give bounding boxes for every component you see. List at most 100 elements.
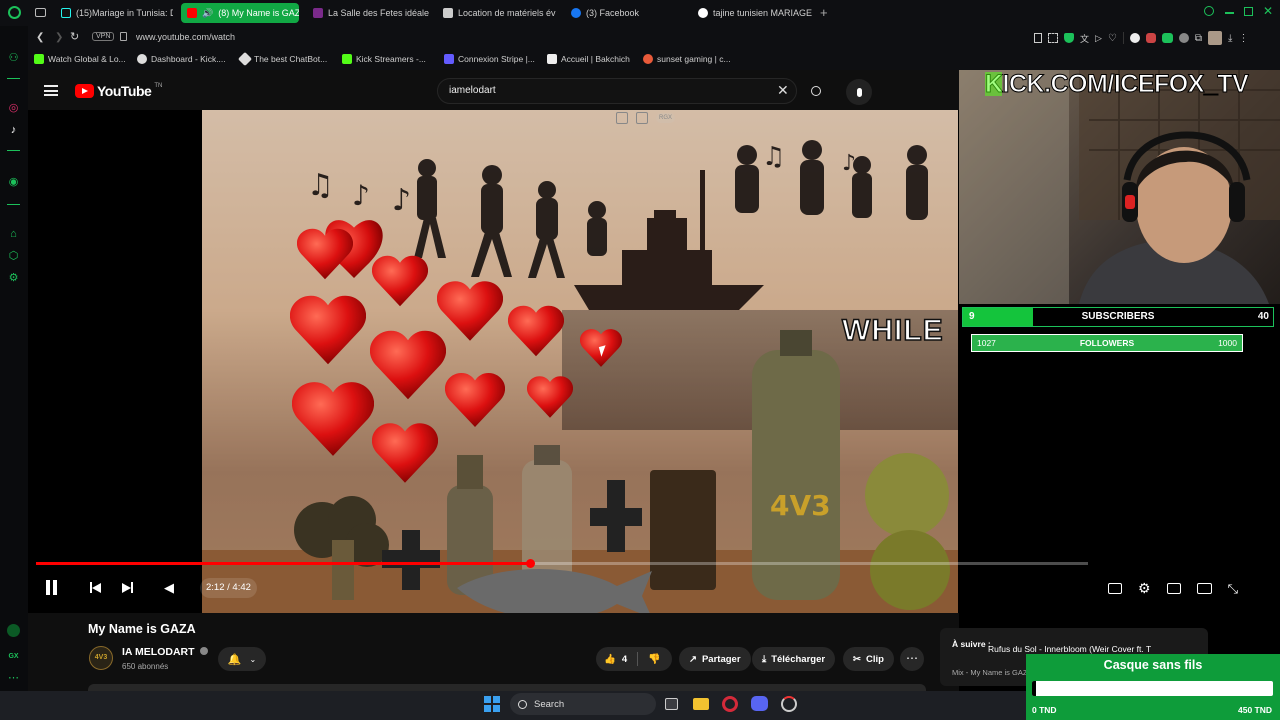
right-controls: ⚙ ⤡	[1108, 580, 1238, 597]
like-button[interactable]: 👍 4	[596, 654, 627, 665]
download-button[interactable]: ⤓ Télécharger	[752, 647, 836, 671]
tab-label: (15)Mariage in Tunisia: De	[76, 8, 173, 18]
hearts-artwork	[290, 228, 622, 483]
next-button[interactable]	[122, 582, 133, 593]
reload-icon[interactable]: ↻	[70, 30, 79, 43]
share-button[interactable]: ↗ Partager	[679, 647, 751, 671]
tab-tiktok[interactable]: (15)Mariage in Tunisia: De	[55, 3, 173, 23]
gx-label-icon[interactable]: GX	[7, 650, 20, 663]
windows-start-icon[interactable]	[484, 696, 500, 712]
opera-gx-logo-icon[interactable]	[8, 6, 21, 19]
miniplayer-icon[interactable]	[1166, 583, 1181, 594]
like-count: 4	[621, 653, 628, 665]
kick-k-logo-icon	[985, 72, 1002, 96]
taskbar-search[interactable]: Search	[510, 693, 656, 715]
opera-gx-taskbar-icon[interactable]	[722, 696, 738, 712]
bookmark-item[interactable]: sunset gaming | c...	[643, 54, 731, 64]
gx-control-icon[interactable]: ⚇	[7, 52, 20, 65]
extension-icon[interactable]	[1161, 33, 1173, 43]
settings-icon[interactable]: ⚙	[1138, 580, 1151, 597]
site-icon	[313, 8, 323, 18]
forward-icon[interactable]: ❯	[55, 32, 63, 43]
minimize-icon[interactable]	[1225, 12, 1234, 14]
instagram-icon[interactable]: ◎	[7, 102, 20, 115]
extension-icon[interactable]	[1145, 33, 1156, 43]
clip-button[interactable]: ✂ Clip	[843, 647, 894, 671]
bookmark-item[interactable]: Kick Streamers -...	[342, 54, 426, 64]
profile-avatar[interactable]	[1208, 31, 1223, 45]
bookmark-page-icon[interactable]	[1034, 33, 1042, 43]
app-icon[interactable]	[781, 696, 797, 712]
search-tabs-icon[interactable]	[1204, 6, 1214, 16]
discord-icon[interactable]	[751, 696, 768, 711]
youtube-play-logo-icon	[75, 84, 94, 98]
bot-icon	[237, 51, 253, 67]
tab-google[interactable]: tajine tunisien MARIAGE	[692, 3, 814, 23]
download-icon[interactable]: ⤓	[1228, 33, 1232, 44]
previous-button[interactable]	[90, 582, 101, 593]
microphone-icon	[856, 87, 862, 97]
workspaces-icon[interactable]	[35, 8, 46, 17]
new-tab-icon[interactable]: +	[820, 5, 828, 20]
puzzle-icon[interactable]: ⧉	[1195, 33, 1202, 44]
description-box[interactable]	[88, 684, 926, 691]
channel-avatar[interactable]: 4V3	[89, 646, 113, 670]
search-input[interactable]: iamelodart ✕	[437, 78, 797, 104]
vpn-badge[interactable]: VPN	[92, 32, 115, 41]
progress-track[interactable]	[36, 559, 1088, 568]
tab-facebook[interactable]: (3) Facebook	[565, 3, 689, 23]
url-field[interactable]: www.youtube.com/watch	[136, 32, 235, 42]
play-icon[interactable]: ▷	[1095, 33, 1102, 44]
voice-search-button[interactable]	[846, 79, 872, 105]
youtube-logo[interactable]: YouTube TN	[75, 83, 162, 99]
pause-button[interactable]	[46, 580, 57, 595]
more-actions-button[interactable]: ⋯	[900, 647, 924, 671]
tab-location[interactable]: Location de matériels év	[437, 3, 559, 23]
dislike-button[interactable]: 👎	[648, 654, 660, 665]
like-dislike-group: 👍 4 👎	[596, 647, 672, 671]
tiktok-icon[interactable]: ♪	[7, 124, 20, 137]
bookmark-item[interactable]: The best ChatBot...	[237, 51, 327, 67]
subtitles-icon[interactable]	[1108, 583, 1122, 594]
extensions-icon[interactable]: ⬡	[7, 250, 20, 263]
fullscreen-icon[interactable]: ⤡	[1228, 581, 1238, 597]
site-icon	[443, 8, 453, 18]
close-window-icon[interactable]: ✕	[1263, 4, 1273, 18]
search-button[interactable]	[800, 78, 831, 104]
tab-label: tajine tunisien MARIAGE	[713, 8, 813, 18]
task-view-icon[interactable]	[665, 698, 678, 710]
share-icon: ↗	[689, 653, 697, 665]
bookmark-item[interactable]: Connexion Stripe |...	[444, 54, 535, 64]
volume-button[interactable]: ◀	[164, 580, 174, 596]
more-icon[interactable]: ⋯	[7, 672, 20, 685]
share-label: Partager	[701, 653, 741, 665]
bookmark-item[interactable]: Accueil | Bakchich	[547, 54, 630, 64]
tab-salle[interactable]: La Salle des Fetes idéale	[307, 3, 431, 23]
subscribe-bell-button[interactable]: 🔔 ⌄	[218, 647, 266, 671]
player-icon[interactable]: ◉	[7, 176, 20, 189]
heart-icon[interactable]: ♡	[1108, 33, 1117, 44]
file-explorer-icon[interactable]	[693, 698, 709, 710]
snapshot-icon[interactable]	[1048, 33, 1058, 43]
back-icon[interactable]: ❮	[36, 32, 44, 43]
streamer-silhouette	[959, 70, 1280, 304]
bookmarks-icon[interactable]: ⌂	[7, 228, 20, 241]
tab-youtube[interactable]: 🔊 (8) My Name is GAZA	[181, 3, 299, 23]
bookmark-item[interactable]: Dashboard - Kick....	[137, 54, 226, 64]
bookmark-label: Watch Global & Lo...	[48, 54, 126, 64]
extension-icon[interactable]	[1178, 33, 1189, 43]
clear-search-icon[interactable]: ✕	[777, 82, 789, 99]
channel-name[interactable]: IA MELODART	[122, 646, 209, 658]
gx-corner-icon[interactable]	[7, 624, 20, 637]
menu-icon[interactable]: ⋮	[1238, 33, 1248, 44]
extension-icon[interactable]	[1129, 33, 1140, 43]
settings-icon[interactable]: ⚙	[7, 272, 20, 285]
theater-mode-icon[interactable]	[1196, 583, 1212, 594]
shield-icon[interactable]	[1064, 33, 1074, 43]
followers-label: FOLLOWERS	[1079, 338, 1135, 348]
maximize-icon[interactable]	[1244, 7, 1253, 16]
bookmark-item[interactable]: Watch Global & Lo...	[34, 54, 126, 64]
speaker-icon[interactable]: 🔊	[202, 8, 213, 18]
translate-icon[interactable]: 文	[1080, 32, 1089, 45]
hamburger-menu-icon[interactable]	[44, 85, 58, 96]
